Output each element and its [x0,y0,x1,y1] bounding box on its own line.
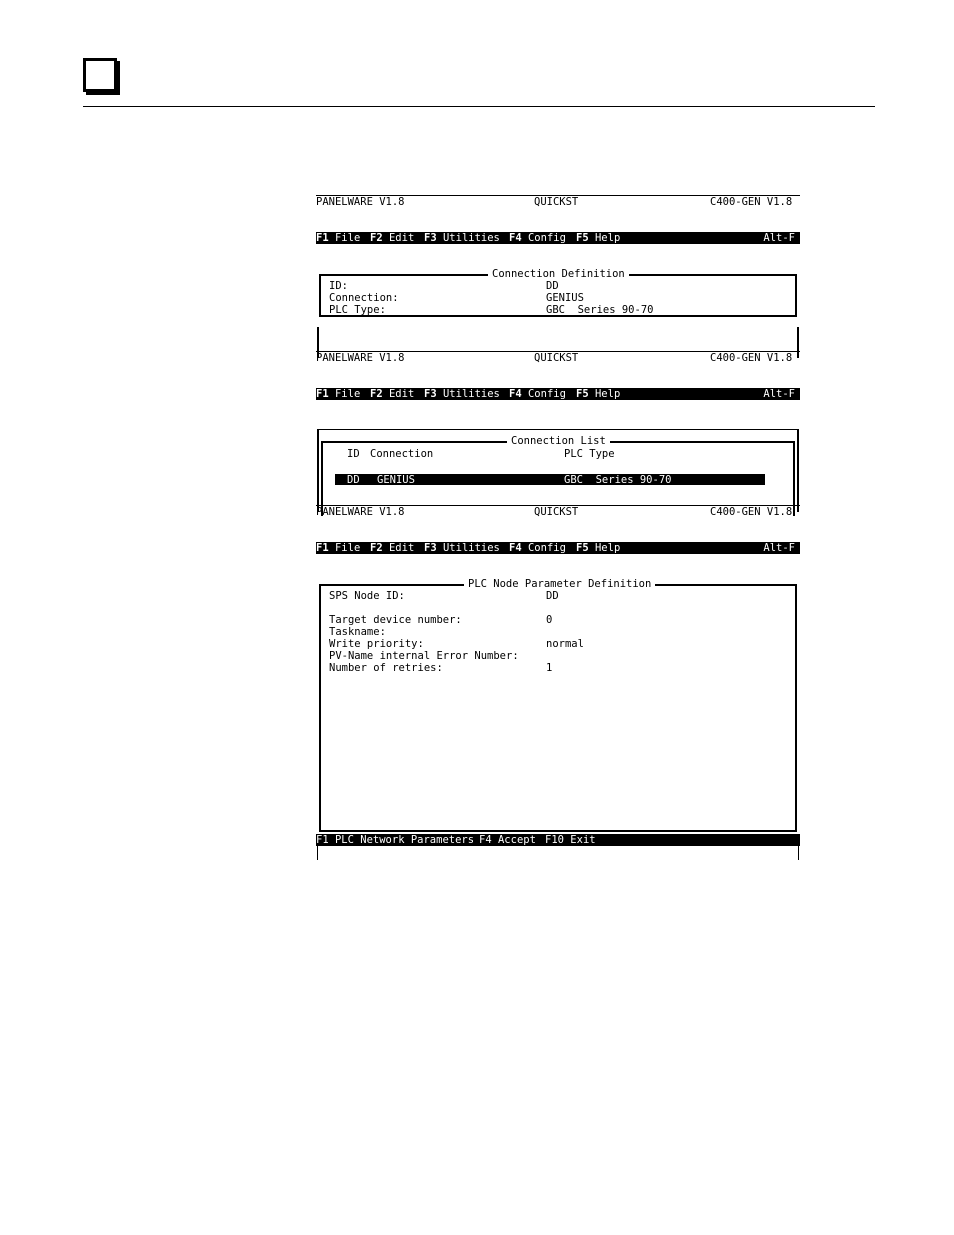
field-row[interactable]: Number of retries: 1 [329,662,552,674]
menu-bar: F1 File F2 Edit F3 Utilities F4 Config F… [316,542,800,554]
menu-utilities[interactable]: F3 Utilities [424,388,500,400]
title-bar: PANELWARE V1.8 QUICKST C400-GEN V1.8 [316,505,800,518]
system-version: C400-GEN V1.8 [710,506,793,518]
field-value: DD [546,590,559,602]
project-title: QUICKST [534,352,579,364]
app-title: PANELWARE V1.8 [316,352,405,364]
fkey-exit[interactable]: F10 Exit [545,834,596,846]
menu-help[interactable]: F5 Help [576,232,620,244]
screen-connection-list: PANELWARE V1.8 QUICKST C400-GEN V1.8 F1 … [316,327,800,516]
menu-utilities[interactable]: F3 Utilities [424,542,500,554]
field-row[interactable]: PLC Type: GBC Series 90-70 [329,304,653,316]
fkey-plc-network-parameters[interactable]: F1 PLC Network Parameters [316,834,474,846]
field-row[interactable]: Connection: GENIUS [329,292,584,304]
menu-file[interactable]: F1 File [316,232,360,244]
menu-config[interactable]: F4 Config [509,232,566,244]
field-label: Taskname: [329,626,386,638]
frame-title: Connection List [507,435,610,447]
field-row[interactable]: Write priority: normal [329,638,584,650]
fkey-accept[interactable]: F4 Accept [479,834,536,846]
menu-help[interactable]: F5 Help [576,388,620,400]
field-row[interactable]: SPS Node ID: DD [329,590,559,602]
menu-edit[interactable]: F2 Edit [370,388,414,400]
field-value: GENIUS [546,292,584,304]
menu-shortcut: Alt-F [763,232,795,244]
menu-bar: F1 File F2 Edit F3 Utilities F4 Config F… [316,232,800,244]
field-row[interactable]: Taskname: [329,626,386,638]
app-title: PANELWARE V1.8 [316,196,405,208]
frame-title: PLC Node Parameter Definition [464,578,656,590]
field-row[interactable]: PV-Name internal Error Number: [329,650,519,662]
field-row[interactable]: ID: DD [329,280,559,292]
field-row[interactable]: Target device number: 0 [329,614,552,626]
system-version: C400-GEN V1.8 [710,352,793,364]
screen-body: PLC Node Parameter Definition SPS Node I… [316,578,800,860]
field-value: 1 [546,662,553,674]
menu-file[interactable]: F1 File [316,388,360,400]
field-label: ID: [329,280,348,292]
connection-definition-frame: Connection Definition ID: DD Connection:… [319,268,797,317]
field-label: Write priority: [329,638,424,650]
field-label: PLC Type: [329,304,386,316]
menu-edit[interactable]: F2 Edit [370,232,414,244]
field-label: Target device number: [329,614,462,626]
field-label: PV-Name internal Error Number: [329,650,519,662]
menu-shortcut: Alt-F [763,388,795,400]
screen-plc-node-parameter: PANELWARE V1.8 QUICKST C400-GEN V1.8 F1 … [316,481,800,860]
plc-node-parameter-frame: PLC Node Parameter Definition SPS Node I… [319,578,797,832]
menu-bar: F1 File F2 Edit F3 Utilities F4 Config F… [316,388,800,400]
field-label: Connection: [329,292,399,304]
menu-help[interactable]: F5 Help [576,542,620,554]
field-value: normal [546,638,584,650]
list-header: ID Connection PLC Type [347,448,787,460]
menu-file[interactable]: F1 File [316,542,360,554]
header-connection: Connection [370,448,434,460]
header-rule [83,106,875,107]
menu-config[interactable]: F4 Config [509,388,566,400]
app-title: PANELWARE V1.8 [316,506,405,518]
frame-title: Connection Definition [488,268,629,280]
system-version: C400-GEN V1.8 [710,196,793,208]
menu-config[interactable]: F4 Config [509,542,566,554]
field-value: DD [546,280,559,292]
right-border [798,846,799,860]
header-plc-type: PLC Type [564,448,615,460]
field-value: 0 [546,614,553,626]
menu-shortcut: Alt-F [763,542,795,554]
menu-edit[interactable]: F2 Edit [370,542,414,554]
title-bar: PANELWARE V1.8 QUICKST C400-GEN V1.8 [316,195,800,208]
header-id: ID [347,448,360,460]
menu-utilities[interactable]: F3 Utilities [424,232,500,244]
project-title: QUICKST [534,196,579,208]
project-title: QUICKST [534,506,579,518]
left-border [317,846,318,860]
title-bar: PANELWARE V1.8 QUICKST C400-GEN V1.8 [316,351,800,364]
function-key-bar: F1 PLC Network Parameters F4 Accept F10 … [316,834,800,846]
field-label: SPS Node ID: [329,590,405,602]
chapter-corner-box [83,58,117,92]
field-value: GBC Series 90-70 [546,304,654,316]
screen-connection-definition: PANELWARE V1.8 QUICKST C400-GEN V1.8 F1 … [316,171,800,358]
field-label: Number of retries: [329,662,443,674]
